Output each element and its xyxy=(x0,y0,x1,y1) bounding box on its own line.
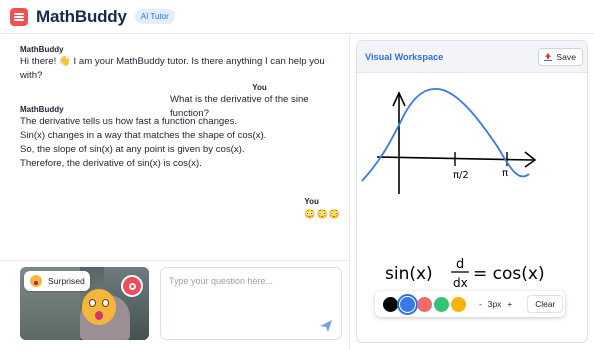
emotion-chip: Surprised xyxy=(24,271,90,291)
equation-dx: dx xyxy=(453,276,468,290)
color-swatch-red[interactable] xyxy=(417,296,432,312)
color-swatch-yellow[interactable] xyxy=(451,296,466,312)
save-icon xyxy=(544,53,553,61)
message-sender: You xyxy=(252,83,267,92)
record-button[interactable] xyxy=(121,275,143,297)
message-sender: You xyxy=(304,197,319,206)
workspace-header: Visual Workspace Save xyxy=(357,41,587,73)
drawing-toolbar: - 3px + Clear xyxy=(375,291,565,317)
size-value: 3px xyxy=(487,299,502,309)
equation-right: = cos(x) xyxy=(473,264,545,284)
app-header: MathBuddy AI Tutor xyxy=(0,0,594,34)
color-swatch-blue[interactable] xyxy=(397,293,418,315)
question-input[interactable] xyxy=(169,276,329,286)
size-increase-button[interactable]: + xyxy=(507,299,512,309)
message-text: Hi there! 👋 I am your MathBuddy tutor. I… xyxy=(20,56,325,81)
app-window: MathBuddy AI Tutor MathBuddy Hi there! 👋… xyxy=(0,0,594,350)
message-sender: MathBuddy xyxy=(20,105,64,114)
equation-left: sin(x) xyxy=(385,264,433,284)
pi-over-2-label: π/2 xyxy=(453,170,469,181)
question-box[interactable] xyxy=(160,267,342,340)
surprised-emoji-icon xyxy=(30,275,42,287)
chat-message-bot: MathBuddy The derivative tells us how fa… xyxy=(20,104,266,171)
input-area: Surprised xyxy=(0,260,349,350)
brush-size-control: - 3px + xyxy=(476,299,515,309)
color-swatch-green[interactable] xyxy=(434,296,449,312)
panel-divider xyxy=(349,34,350,350)
app-title: MathBuddy xyxy=(36,6,127,26)
message-line: So, the slope of sin(x) at any point is … xyxy=(20,144,245,155)
save-label: Save xyxy=(556,52,576,62)
workspace-title: Visual Workspace xyxy=(365,51,444,62)
message-line: Therefore, the derivative of sin(x) is c… xyxy=(20,158,202,169)
chat-message-user: You 😳😳😳 xyxy=(304,196,341,221)
pi-label: π xyxy=(502,168,508,179)
message-sender: MathBuddy xyxy=(20,45,64,54)
ai-tutor-badge: AI Tutor xyxy=(134,9,175,24)
size-decrease-button[interactable]: - xyxy=(479,299,482,309)
calculator-logo-icon xyxy=(10,7,28,26)
send-icon[interactable] xyxy=(319,319,333,333)
clear-button[interactable]: Clear xyxy=(527,295,564,313)
surprised-face-overlay-icon xyxy=(82,289,116,325)
record-icon xyxy=(128,282,136,290)
chat-message-bot: MathBuddy Hi there! 👋 I am your MathBudd… xyxy=(20,44,349,83)
message-line: The derivative tells us how fast a funct… xyxy=(20,116,238,127)
message-line: Sin(x) changes in a way that matches the… xyxy=(20,130,267,141)
chat-panel: MathBuddy Hi there! 👋 I am your MathBudd… xyxy=(0,34,349,260)
message-text: 😳😳😳 xyxy=(304,209,341,219)
color-swatch-black[interactable] xyxy=(383,296,398,312)
save-button[interactable]: Save xyxy=(538,48,583,66)
emotion-label: Surprised xyxy=(48,276,85,286)
visual-workspace: Visual Workspace Save π/2 π sin(x) d dx … xyxy=(356,40,588,343)
equation-d: d xyxy=(456,257,464,272)
